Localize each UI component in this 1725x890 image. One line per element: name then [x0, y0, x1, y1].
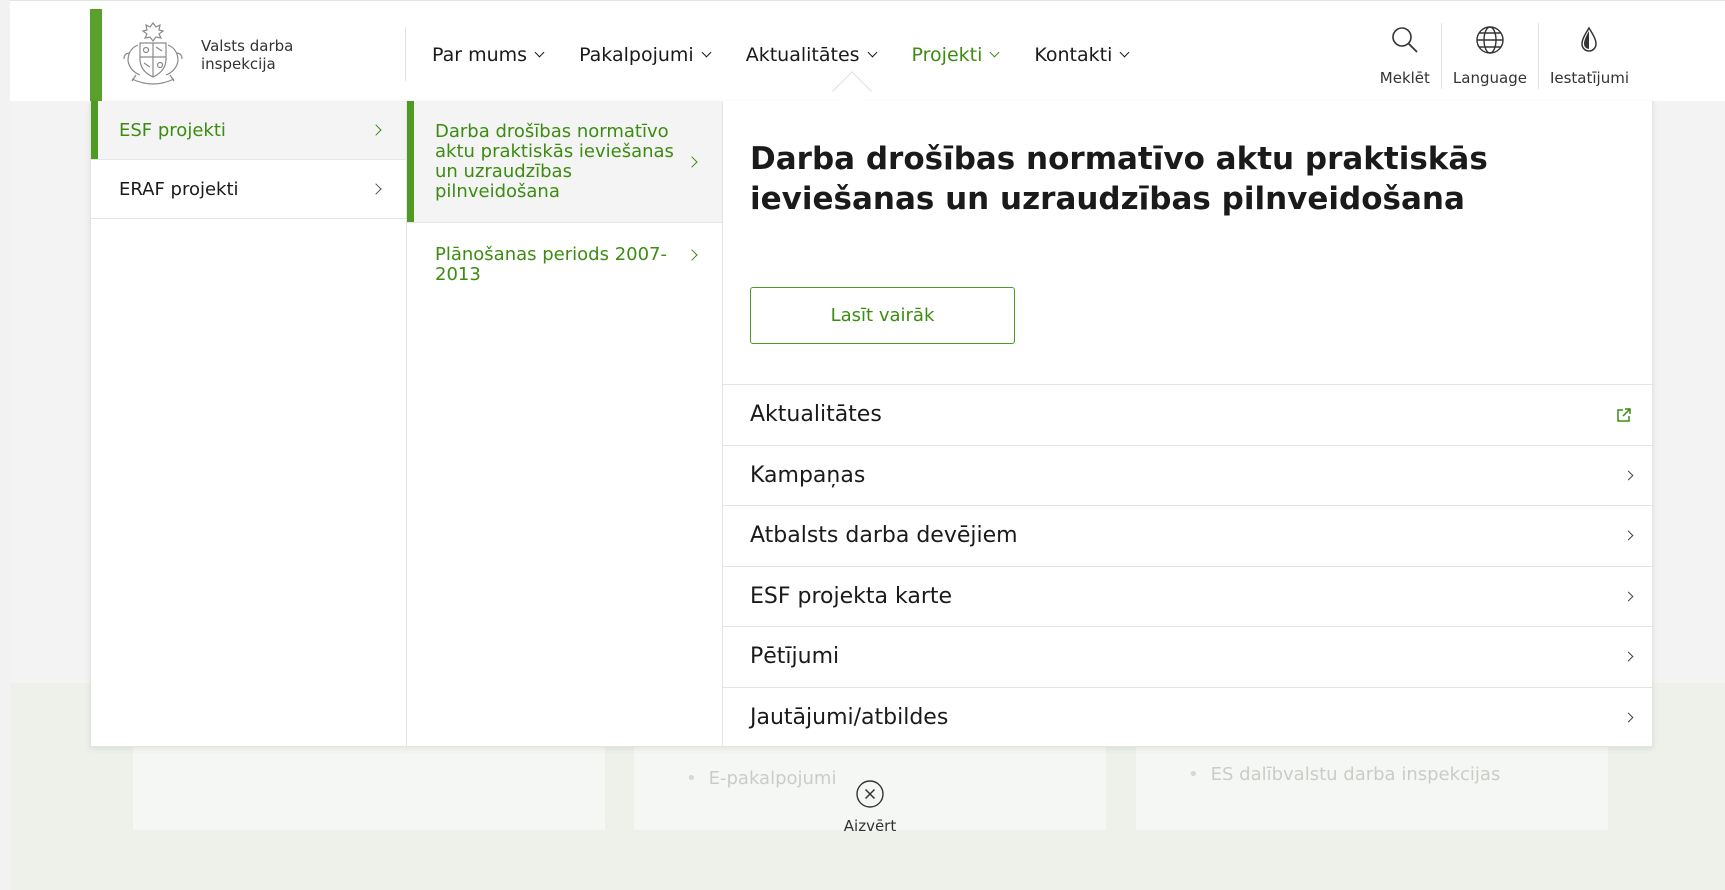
chevron-right-icon [1623, 470, 1634, 481]
link-aktualitates[interactable]: Aktualitātes [723, 385, 1654, 446]
link-label: Jautājumi/atbildes [750, 705, 949, 731]
chevron-right-icon [1623, 712, 1634, 723]
external-link-icon [1617, 408, 1631, 422]
chevron-right-icon [370, 183, 382, 195]
nav-item-projekti[interactable]: Projekti [911, 44, 1000, 66]
nav-item-label: Projekti [911, 44, 983, 66]
main-nav: Par mums Pakalpojumi Aktualitātes Projek… [432, 9, 1164, 101]
nav-item-label: Pakalpojumi [579, 44, 694, 66]
settings-label: Iestatījumi [1549, 69, 1629, 87]
menu-item-darba-drosibas[interactable]: Darba drošības normatīvo aktu praktiskās… [407, 101, 722, 223]
search-button[interactable]: Meklēt [1369, 23, 1441, 89]
link-label: Aktualitātes [750, 402, 882, 428]
brand-accent-bar [90, 9, 102, 101]
language-label: Language [1452, 69, 1527, 87]
menu-item-planosanas-periods[interactable]: Plānošanas periods 2007-2013 [407, 223, 722, 303]
page: E-pakalpojumi ES dalībvalstu darba inspe… [0, 0, 1725, 890]
nav-item-pakalpojumi[interactable]: Pakalpojumi [579, 44, 712, 66]
feature-title: Darba drošības normatīvo aktu praktiskās… [750, 141, 1488, 217]
chevron-down-icon [989, 47, 1000, 58]
nav-item-label: Kontakti [1034, 44, 1113, 66]
link-label: Atbalsts darba devējiem [750, 523, 1018, 549]
globe-icon [1476, 26, 1504, 54]
menu-item-esf-projekti[interactable]: ESF projekti [91, 101, 406, 160]
background-card: ES dalībvalstu darba inspekcijas [1136, 740, 1608, 830]
chevron-right-icon [686, 249, 698, 261]
link-jautajumi-atbildes[interactable]: Jautājumi/atbildes [723, 688, 1654, 749]
chevron-down-icon [534, 47, 545, 58]
link-kampanas[interactable]: Kampaņas [723, 446, 1654, 506]
close-label: Aizvērt [843, 817, 897, 835]
header-tools: Meklēt Language Iestatījumi [1369, 23, 1640, 89]
nav-item-aktualitates[interactable]: Aktualitātes [745, 44, 877, 66]
link-label: ESF projekta karte [750, 583, 953, 609]
chevron-right-icon [1623, 591, 1634, 602]
link-petijumi[interactable]: Pētījumi [723, 627, 1654, 688]
header-divider [405, 27, 406, 81]
chevron-right-icon [686, 155, 698, 168]
drop-icon [1581, 26, 1598, 52]
site-header: Valsts darba inspekcija Par mums Pakalpo… [90, 9, 1650, 101]
menu-item-eraf-projekti[interactable]: ERAF projekti [91, 160, 406, 219]
mega-menu: ESF projekti ERAF projekti Darba drošība… [90, 101, 1654, 747]
nav-item-label: Aktualitātes [745, 44, 860, 66]
nav-item-par-mums[interactable]: Par mums [432, 44, 545, 66]
chevron-down-icon [867, 47, 877, 58]
background-card [133, 740, 605, 830]
chevron-right-icon [370, 124, 382, 136]
link-atbalsts-darba-devejiem[interactable]: Atbalsts darba devējiem [723, 506, 1654, 567]
menu-item-label: ERAF projekti [119, 178, 239, 200]
search-label: Meklēt [1379, 69, 1430, 87]
coat-of-arms-logo[interactable] [120, 19, 186, 89]
chevron-right-icon [1623, 530, 1634, 541]
read-more-button[interactable]: Lasīt vairāk [750, 287, 1015, 344]
settings-button[interactable]: Iestatījumi [1537, 23, 1640, 89]
nav-item-label: Par mums [432, 44, 528, 66]
link-label: Pētījumi [750, 644, 840, 670]
link-label: Kampaņas [750, 462, 866, 488]
close-circle-icon [856, 780, 884, 808]
chevron-right-icon [1623, 651, 1634, 662]
close-menu-button[interactable]: Aizvērt [843, 779, 897, 835]
feature-links: Aktualitātes Kampaņas Atbalsts darba dev… [723, 384, 1654, 748]
language-button[interactable]: Language [1440, 23, 1538, 89]
menu-item-label: Darba drošības normatīvo aktu praktiskās… [435, 120, 674, 202]
search-icon [1392, 27, 1418, 53]
nav-item-kontakti[interactable]: Kontakti [1034, 44, 1130, 66]
menu-item-label: Plānošanas periods 2007-2013 [435, 244, 667, 285]
background-list-item: ES dalībvalstu darba inspekcijas [1188, 764, 1501, 785]
link-esf-projekta-karte[interactable]: ESF projekta karte [723, 567, 1654, 627]
brand-name[interactable]: Valsts darba inspekcija [201, 37, 321, 73]
chevron-down-icon [1119, 47, 1130, 58]
mega-menu-feature: Darba drošības normatīvo aktu praktiskās… [723, 101, 1654, 747]
menu-item-label: ESF projekti [119, 119, 226, 141]
mega-menu-level1: ESF projekti ERAF projekti [91, 101, 407, 747]
mega-menu-level2: Darba drošības normatīvo aktu praktiskās… [407, 101, 723, 747]
chevron-down-icon [701, 47, 712, 58]
background-list-item: E-pakalpojumi [686, 768, 837, 789]
